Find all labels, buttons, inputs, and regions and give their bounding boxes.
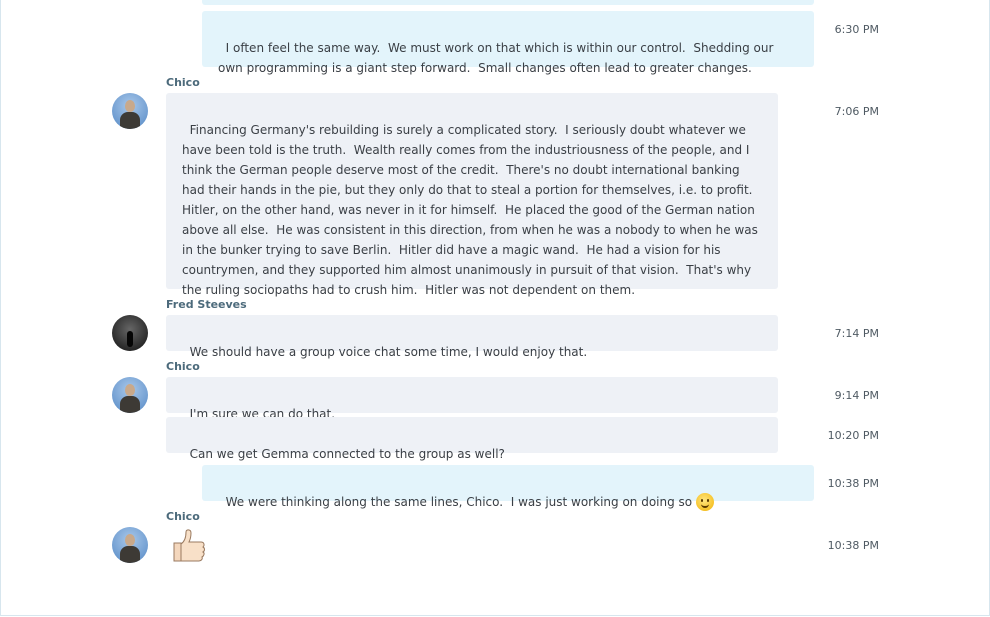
message-bubble-incoming[interactable]: Financing Germany's rebuilding is surely… xyxy=(166,93,778,297)
message-text: Can we get Gemma connected to the group … xyxy=(189,447,505,461)
sender-name[interactable]: Chico xyxy=(166,76,200,89)
message-bubble-incoming[interactable]: I'm sure we can do that. xyxy=(166,377,778,421)
avatar-fred-steeves[interactable] xyxy=(112,315,148,351)
message-timestamp: 10:20 PM xyxy=(827,429,879,442)
message-bubble-outgoing[interactable]: We were thinking along the same lines, C… xyxy=(202,465,814,511)
smile-emoji-icon xyxy=(696,493,715,511)
sender-name[interactable]: Chico xyxy=(166,360,200,373)
message-text: Financing Germany's rebuilding is surely… xyxy=(182,123,762,297)
message-timestamp: 10:38 PM xyxy=(827,477,879,490)
message-timestamp: 10:38 PM xyxy=(827,539,879,552)
message-bubble-outgoing[interactable]: I often feel the same way. We must work … xyxy=(202,11,814,75)
sender-name[interactable]: Chico xyxy=(166,510,200,523)
avatar-torso-icon xyxy=(120,546,140,563)
message-timestamp: 7:06 PM xyxy=(834,105,879,118)
thumbs-up-icon xyxy=(173,529,205,562)
avatar-silhouette-icon xyxy=(127,331,133,347)
avatar-chico[interactable] xyxy=(112,93,148,129)
avatar-chico[interactable] xyxy=(112,377,148,413)
message-timestamp: 7:14 PM xyxy=(834,327,879,340)
message-text: We were thinking along the same lines, C… xyxy=(225,495,693,509)
message-bubble-incoming[interactable]: Can we get Gemma connected to the group … xyxy=(166,417,778,461)
message-text: We should have a group voice chat some t… xyxy=(189,345,588,359)
avatar-torso-icon xyxy=(120,396,140,413)
thumbs-up-emoji-icon[interactable] xyxy=(168,527,208,571)
sender-name[interactable]: Fred Steeves xyxy=(166,298,247,311)
avatar-head-icon xyxy=(125,384,135,396)
avatar-head-icon xyxy=(125,534,135,546)
message-text: I often feel the same way. We must work … xyxy=(218,41,778,75)
avatar-torso-icon xyxy=(120,112,140,129)
message-timestamp: 9:14 PM xyxy=(834,389,879,402)
message-bubble-incoming[interactable]: We should have a group voice chat some t… xyxy=(166,315,778,359)
message-bubble-outgoing-partial xyxy=(202,0,814,5)
avatar-chico[interactable] xyxy=(112,527,148,563)
avatar-head-icon xyxy=(125,100,135,112)
message-timestamp: 6:30 PM xyxy=(834,23,879,36)
